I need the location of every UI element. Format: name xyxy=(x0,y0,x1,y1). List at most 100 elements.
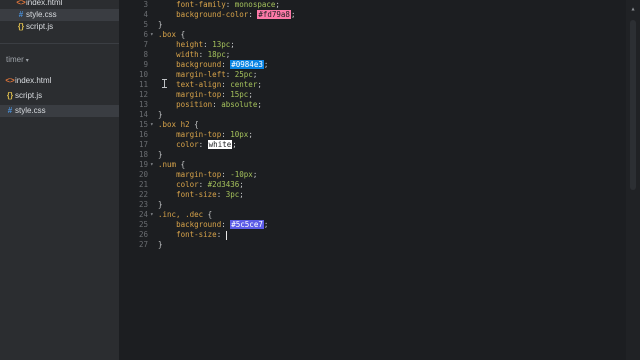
file-label: index.html xyxy=(15,76,52,85)
code-line[interactable]: .box { xyxy=(158,30,185,40)
scrollbar-thumb[interactable] xyxy=(630,20,636,190)
code-line[interactable]: margin-top: -10px; xyxy=(158,170,257,180)
code-token: : xyxy=(221,130,231,139)
color-swatch-token: #5c5ce7 xyxy=(230,220,264,229)
folder-file-style-css[interactable]: # style.css xyxy=(0,105,119,117)
code-line[interactable]: margin-top: 15pc; xyxy=(158,90,253,100)
code-line[interactable]: font-size: xyxy=(158,230,227,240)
code-token: } xyxy=(158,150,163,159)
code-line[interactable]: } xyxy=(158,20,163,30)
file-type-icon: <> xyxy=(16,0,26,7)
line-number: 3 xyxy=(143,0,148,9)
code-token: : xyxy=(221,220,231,229)
fold-toggle-icon[interactable]: ▾ xyxy=(150,160,154,170)
prop-token: text-align xyxy=(176,80,222,89)
fold-toggle-icon[interactable]: ▾ xyxy=(150,30,154,40)
code-token: : xyxy=(221,90,231,99)
fold-toggle-icon[interactable]: ▾ xyxy=(150,210,154,220)
folder-file-script-js[interactable]: {} script.js xyxy=(0,90,119,102)
code-token: { xyxy=(203,210,213,219)
val-token: absolute xyxy=(221,100,258,109)
code-line[interactable]: } xyxy=(158,200,163,210)
val-token: monospace xyxy=(234,0,276,9)
line-number: 27 xyxy=(138,240,148,249)
code-line[interactable]: font-size: 3pc; xyxy=(158,190,244,200)
line-number: 26 xyxy=(138,230,148,239)
code-token: ; xyxy=(252,70,258,79)
code-token: ; xyxy=(275,0,280,9)
code-line[interactable]: } xyxy=(158,240,163,250)
code-token: : xyxy=(212,100,222,109)
prop-token: width xyxy=(176,50,199,59)
sel-token: .num xyxy=(158,160,177,169)
code-token: ; xyxy=(257,80,262,89)
code-token: } xyxy=(158,110,163,119)
color-swatch-token: #0984e3 xyxy=(230,60,264,69)
editor-scrollbar[interactable]: ▴ xyxy=(626,0,640,360)
prop-token: font-size xyxy=(176,230,217,239)
file-label: script.js xyxy=(26,22,54,31)
open-file-style-css[interactable]: # style.css xyxy=(0,9,119,21)
file-label: style.css xyxy=(15,106,46,115)
file-tree-sidebar: <>index.html # style.css{} script.js timer ▾ <… xyxy=(0,0,119,360)
line-number: 13 xyxy=(138,100,148,109)
code-line[interactable]: background: #0984e3; xyxy=(158,60,268,70)
code-editor[interactable]: 3 font-family: monospace; 4 background-co… xyxy=(119,0,626,360)
code-line[interactable]: width: 18pc; xyxy=(158,50,230,60)
code-line[interactable]: font-family: monospace; xyxy=(158,0,280,10)
file-type-icon: {} xyxy=(6,91,14,100)
file-label: style.css xyxy=(26,10,57,19)
val-token: 3pc xyxy=(225,190,240,199)
line-number: 15 xyxy=(138,120,148,129)
code-line[interactable]: color: white; xyxy=(158,140,237,150)
code-line[interactable]: height: 13pc; xyxy=(158,40,235,50)
code-line[interactable]: } xyxy=(158,110,163,120)
code-line[interactable]: .num { xyxy=(158,160,185,170)
line-number: 9 xyxy=(143,60,148,69)
code-line[interactable]: position: absolute; xyxy=(158,100,262,110)
open-file-script-js[interactable]: {} script.js xyxy=(0,21,119,33)
prop-token: position xyxy=(176,100,213,109)
line-number: 7 xyxy=(143,40,148,49)
line-number: 10 xyxy=(138,70,148,79)
line-number: 21 xyxy=(138,180,148,189)
fold-toggle-icon[interactable]: ▾ xyxy=(150,120,154,130)
code-token: : xyxy=(198,140,208,149)
code-line[interactable]: } xyxy=(158,150,163,160)
code-token: : xyxy=(203,40,213,49)
prop-token: color xyxy=(176,180,199,189)
code-line[interactable]: background: #5c5ce7; xyxy=(158,220,268,230)
file-type-icon: # xyxy=(7,106,13,115)
code-line[interactable]: margin-top: 10px; xyxy=(158,130,253,140)
code-line[interactable]: text-align: center; xyxy=(158,80,262,90)
file-type-icon: # xyxy=(18,10,24,19)
folder-file-index-html[interactable]: <>index.html xyxy=(0,75,119,87)
code-line[interactable]: .inc, .dec { xyxy=(158,210,212,220)
code-line[interactable]: background-color: #fd79a8; xyxy=(158,10,295,20)
code-token: ; xyxy=(248,90,253,99)
val-token: 13pc xyxy=(212,40,231,49)
open-file-index-html[interactable]: <>index.html xyxy=(0,0,119,9)
code-token: ; xyxy=(239,190,244,199)
line-number: 18 xyxy=(138,150,148,159)
line-number: 20 xyxy=(138,170,148,179)
prop-token: font-size xyxy=(176,190,217,199)
chevron-down-icon: ▾ xyxy=(25,58,29,64)
folder-header[interactable]: timer ▾ xyxy=(6,55,29,64)
code-line[interactable]: color: #2d3436; xyxy=(158,180,244,190)
chevron-up-icon[interactable]: ▴ xyxy=(628,4,638,14)
val-token: 15pc xyxy=(230,90,249,99)
file-label: index.html xyxy=(26,0,63,7)
code-line[interactable]: margin-left: 25pc; xyxy=(158,70,257,80)
line-number: 25 xyxy=(138,220,148,229)
code-token: } xyxy=(158,200,163,209)
line-number: 12 xyxy=(138,90,148,99)
code-line[interactable]: .box h2 { xyxy=(158,120,199,130)
